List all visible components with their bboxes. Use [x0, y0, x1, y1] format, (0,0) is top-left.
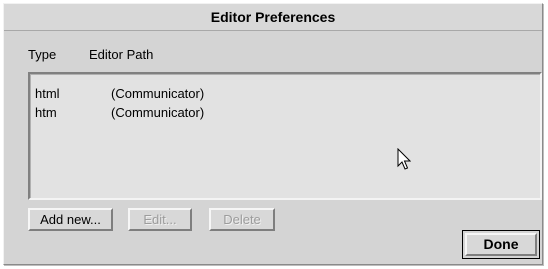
list-item-type: html [35, 86, 60, 101]
list-item-path: (Communicator) [111, 86, 205, 101]
done-button-default-ring: Done [462, 230, 540, 259]
done-button[interactable]: Done [465, 233, 537, 256]
mouse-pointer-icon [397, 148, 411, 170]
editor-list-inner: html (Communicator) htm (Communicator) [30, 74, 540, 198]
dialog-title: Editor Preferences [4, 4, 542, 31]
list-item[interactable]: html (Communicator) [31, 85, 540, 103]
editor-list[interactable]: html (Communicator) htm (Communicator) [28, 72, 542, 200]
column-header-editor-path: Editor Path [89, 47, 154, 62]
list-item-type: htm [35, 105, 57, 120]
add-new-button[interactable]: Add new... [28, 208, 113, 231]
list-item-path: (Communicator) [111, 105, 205, 120]
editor-preferences-dialog: Editor Preferences Type Editor Path html… [3, 3, 543, 265]
edit-button[interactable]: Edit... [128, 208, 192, 231]
list-item[interactable]: htm (Communicator) [31, 104, 540, 122]
column-header-type: Type [28, 47, 57, 62]
delete-button[interactable]: Delete [209, 208, 275, 231]
